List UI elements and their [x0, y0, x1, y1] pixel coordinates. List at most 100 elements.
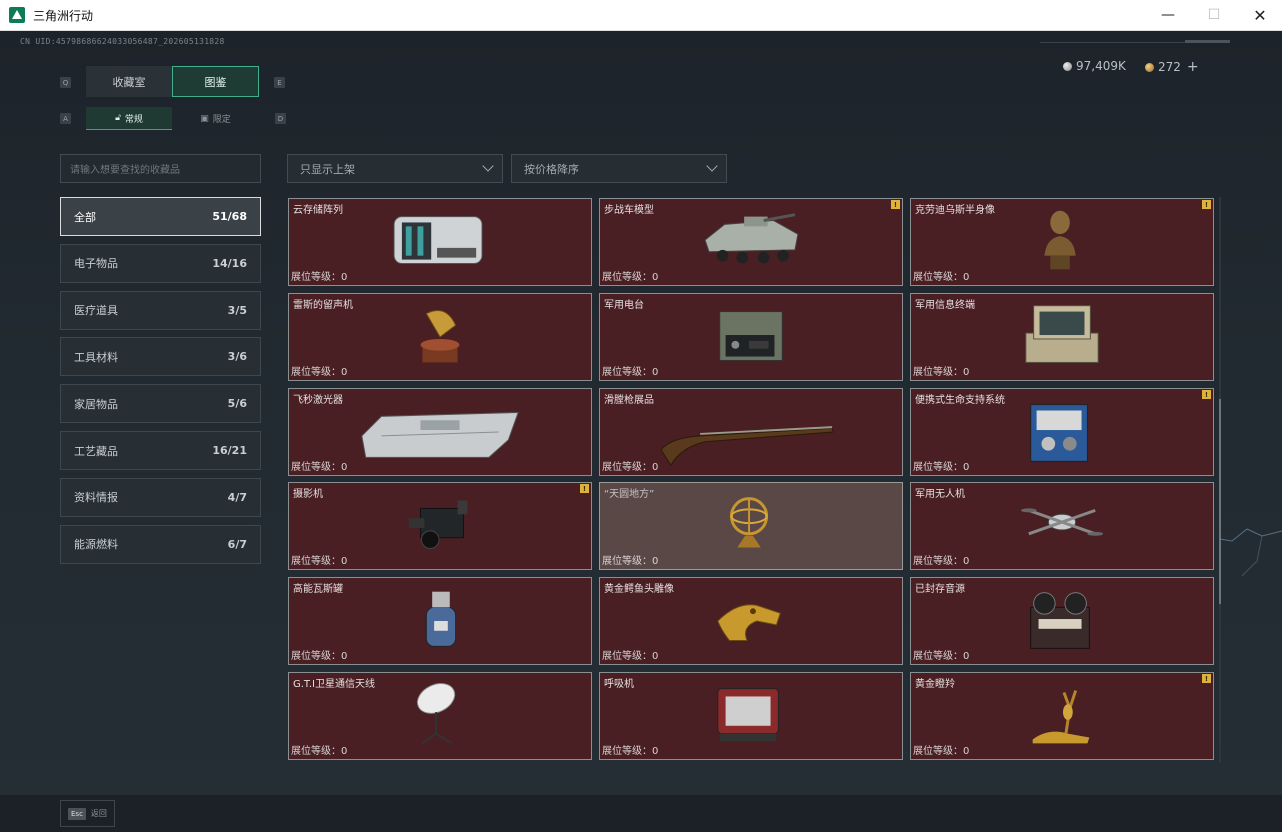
collection-item-card[interactable]: 高能瓦斯罐 展位等级：0 [288, 577, 592, 665]
sort-dropdown[interactable]: 按价格降序 [511, 154, 727, 183]
maximize-button[interactable]: ☐ [1191, 0, 1237, 30]
item-name: G.T.I卫星通信天线 [293, 679, 375, 690]
item-level: 展位等级：0 [913, 458, 969, 473]
item-name: 雷斯的留声机 [293, 300, 353, 311]
back-button[interactable]: Esc 返回 [60, 800, 115, 827]
subtab-regular-label: 常规 [124, 114, 143, 125]
item-level: 展位等级：0 [291, 458, 347, 473]
close-button[interactable]: ✕ [1237, 0, 1282, 30]
item-level: 展位等级：0 [291, 363, 347, 378]
collection-item-card[interactable]: 滑膛枪展品展位等级：0 [599, 388, 903, 476]
category-label: 工具材料 [74, 350, 118, 364]
subtab-regular[interactable]: 🔓︎ 常规 [86, 107, 172, 130]
category-count: 51/68 [212, 210, 247, 223]
collection-item-card[interactable]: 克劳迪乌斯半身像 展位等级：0! [910, 198, 1214, 286]
level-label: 展位等级： [913, 556, 963, 567]
item-level: 展位等级：0 [913, 647, 969, 662]
collection-item-card[interactable]: 摄影机展位等级：0! [288, 482, 592, 570]
subtab-limited[interactable]: ▣ 限定 [172, 107, 259, 130]
level-label: 展位等级： [602, 746, 652, 757]
item-level: 展位等级：0 [913, 742, 969, 757]
warning-icon: ! [1202, 200, 1211, 209]
item-level: 展位等级：0 [602, 363, 658, 378]
level-label: 展位等级： [291, 556, 341, 567]
level-label: 展位等级： [602, 651, 652, 662]
add-currency-button[interactable]: + [1187, 59, 1199, 75]
category-item[interactable]: 家居物品 5/6 [60, 384, 261, 424]
gold-coin-icon [1145, 62, 1154, 72]
level-value: 0 [341, 367, 348, 378]
level-value: 0 [652, 462, 659, 473]
shelf-filter-label: 只显示上架 [300, 162, 355, 176]
item-name: 高能瓦斯罐 [293, 584, 343, 595]
collection-item-card[interactable]: 黄金瞪羚 展位等级：0! [910, 672, 1214, 760]
level-label: 展位等级： [291, 462, 341, 473]
category-item[interactable]: 资料情报 4/7 [60, 477, 261, 517]
level-value: 0 [341, 462, 348, 473]
level-value: 0 [963, 651, 970, 662]
collection-item-card[interactable]: 云存储阵列 展位等级：0 [288, 198, 592, 286]
window-titlebar: 三角洲行动 — ☐ ✕ [0, 0, 1282, 31]
category-item[interactable]: 工艺藏品 16/21 [60, 431, 261, 470]
category-count: 16/21 [212, 444, 247, 457]
category-count: 3/6 [227, 350, 247, 364]
search-input[interactable]: 请输入想要查找的收藏品 [60, 154, 261, 183]
item-name: 摄影机 [293, 489, 323, 500]
esc-key-hint: Esc [68, 807, 86, 820]
level-label: 展位等级： [913, 651, 963, 662]
category-item[interactable]: 全部 51/68 [60, 197, 261, 236]
collection-item-card[interactable]: 军用电台展位等级：0 [599, 293, 903, 381]
category-count: 4/7 [227, 490, 247, 504]
shelf-filter-dropdown[interactable]: 只显示上架 [287, 154, 503, 183]
collection-item-card[interactable]: 呼吸机 展位等级：0 [599, 672, 903, 760]
tab-collection-room[interactable]: 收藏室 [86, 66, 172, 97]
collection-item-card[interactable]: “天圆地方” 展位等级：0 [599, 482, 903, 570]
category-label: 资料情报 [74, 491, 118, 505]
collection-item-card[interactable]: 黄金鳄鱼头雕像 展位等级：0 [599, 577, 903, 665]
category-item[interactable]: 工具材料 3/6 [60, 337, 261, 377]
category-label: 能源燃料 [74, 538, 118, 552]
collection-item-card[interactable]: 飞秒激光器 展位等级：0 [288, 388, 592, 476]
level-value: 0 [963, 556, 970, 567]
collection-item-card[interactable]: 便携式生命支持系统 展位等级：0! [910, 388, 1214, 476]
collection-item-card[interactable]: 步战车模型 展位等级：0! [599, 198, 903, 286]
limited-icon: ▣ [200, 113, 209, 124]
level-value: 0 [341, 272, 348, 283]
collection-item-card[interactable]: 雷斯的留声机展位等级：0 [288, 293, 592, 381]
warning-icon: ! [580, 484, 589, 493]
category-item[interactable]: 能源燃料 6/7 [60, 524, 261, 564]
warning-icon: ! [891, 200, 900, 209]
level-label: 展位等级： [913, 746, 963, 757]
category-item[interactable]: 电子物品 14/16 [60, 243, 261, 283]
collection-item-card[interactable]: G.T.I卫星通信天线 展位等级：0 [288, 672, 592, 760]
level-value: 0 [963, 462, 970, 473]
item-level: 展位等级：0 [602, 647, 658, 662]
category-item[interactable]: 医疗道具 3/5 [60, 290, 261, 330]
collection-item-card[interactable]: 已封存音源 展位等级：0 [910, 577, 1214, 665]
minimize-button[interactable]: — [1145, 0, 1191, 30]
category-count: 6/7 [227, 537, 247, 551]
item-level: 展位等级：0 [602, 458, 658, 473]
level-label: 展位等级： [291, 651, 341, 662]
level-value: 0 [341, 556, 348, 567]
collection-item-card[interactable]: 军用无人机 展位等级：0 [910, 482, 1214, 570]
collection-item-card[interactable]: 军用信息终端 展位等级：0 [910, 293, 1214, 381]
level-value: 0 [963, 746, 970, 757]
tab-catalog[interactable]: 图鉴 [172, 66, 259, 97]
key-hint-a: A [60, 113, 71, 124]
category-count: 5/6 [227, 397, 247, 411]
gold-currency: 272 + [1145, 59, 1199, 75]
item-level: 展位等级：0 [602, 268, 658, 283]
item-name: 便携式生命支持系统 [915, 395, 1005, 406]
level-label: 展位等级： [291, 746, 341, 757]
top-divider-accent [1185, 40, 1230, 43]
item-name: 滑膛枪展品 [604, 395, 654, 406]
level-label: 展位等级： [913, 462, 963, 473]
back-label: 返回 [90, 809, 107, 818]
item-name: 军用电台 [604, 300, 644, 311]
item-name: 克劳迪乌斯半身像 [915, 205, 995, 216]
silver-coin-icon [1063, 61, 1072, 71]
category-count: 3/5 [227, 303, 247, 317]
level-label: 展位等级： [913, 367, 963, 378]
chevron-down-icon [706, 160, 718, 172]
